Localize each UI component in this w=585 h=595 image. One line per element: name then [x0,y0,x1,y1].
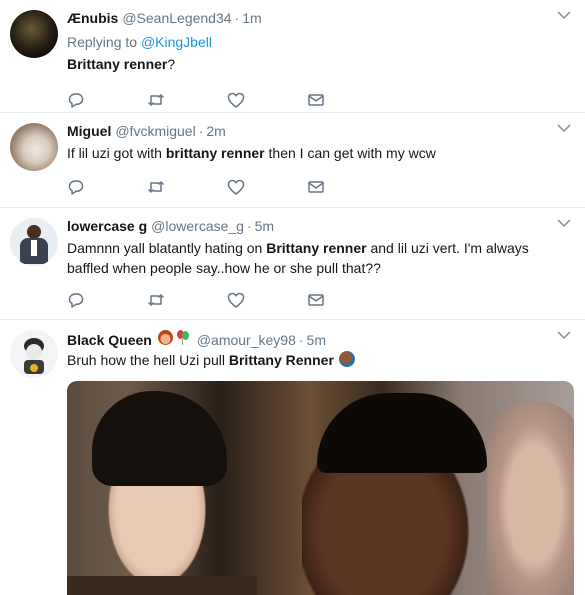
user-name[interactable]: Ænubis [67,10,118,26]
separator: · [298,332,304,348]
user-handle[interactable]: @amour_key98 [197,332,296,348]
separator: · [234,10,240,26]
heart-icon [227,179,245,195]
reply-icon [68,180,84,195]
highlight: Brittany renner [67,56,168,72]
tweet-header: Miguel @fvckmiguel · 2m [67,123,573,141]
heart-icon [227,292,245,308]
separator: · [198,123,204,139]
tweet-text: Damnnn yall blatantly hating on Brittany… [67,238,573,278]
tweet-text: If lil uzi got with brittany renner then… [67,143,573,163]
text-part: Bruh how the hell Uzi pull [67,352,229,368]
user-name[interactable]: Miguel [67,123,111,139]
envelope-icon [308,181,324,193]
chevron-down-icon[interactable] [557,218,571,228]
heart-icon [227,92,245,108]
tweet-header: lowercase g @lowercase_g · 5m [67,218,573,236]
retweet-button[interactable] [147,290,227,310]
text-part: Damnnn yall blatantly hating on [67,240,267,256]
image-hair-right [317,393,487,473]
timestamp[interactable]: 2m [206,123,225,139]
retweet-button[interactable] [147,90,227,110]
tweet-text: Brittany renner? [67,54,573,74]
reply-icon [68,93,84,108]
reply-button[interactable] [67,90,147,110]
dm-button[interactable] [307,177,387,197]
chevron-down-icon[interactable] [557,330,571,340]
reply-button[interactable] [67,177,147,197]
highlight: Brittany renner [266,240,367,256]
action-bar [67,282,573,318]
image-shirt-left [67,576,257,595]
tweet-text: Bruh how the hell Uzi pull Brittany Renn… [67,350,573,370]
retweet-button[interactable] [147,177,227,197]
tweet[interactable]: Ænubis @SeanLegend34 · 1m Replying to @K… [0,0,585,113]
reply-icon [68,293,84,308]
tweet[interactable]: Black Queen @amour_key98 · 5m Bruh how t… [0,320,585,595]
tweet-header: Ænubis @SeanLegend34 · 1m [67,10,573,28]
emoji-balloon-icon [176,330,189,345]
avatar[interactable] [10,218,58,266]
user-handle[interactable]: @lowercase_g [151,218,244,234]
image-person-background [487,401,574,595]
avatar[interactable] [10,123,58,171]
dm-button[interactable] [307,290,387,310]
action-bar [67,169,573,205]
timestamp[interactable]: 5m [307,332,326,348]
avatar[interactable] [10,330,58,378]
envelope-icon [308,94,324,106]
text-part: If lil uzi got with [67,145,166,161]
highlight: brittany renner [165,145,265,161]
avatar[interactable] [10,10,58,58]
highlight: Brittany Renner [228,352,334,368]
tweet[interactable]: lowercase g @lowercase_g · 5m Damnnn yal… [0,208,585,320]
envelope-icon [308,294,324,306]
emoji-woman-icon [157,330,173,345]
chevron-down-icon[interactable] [557,123,571,133]
user-handle[interactable]: @fvckmiguel [115,123,195,139]
reply-button[interactable] [67,290,147,310]
like-button[interactable] [227,177,307,197]
tweet-media-image[interactable] [67,381,574,595]
text-rest: ? [167,56,176,72]
like-button[interactable] [227,90,307,110]
replying-prefix: Replying to [67,34,141,50]
chevron-down-icon[interactable] [557,10,571,20]
image-hair-left [92,391,227,486]
tweet[interactable]: Miguel @fvckmiguel · 2m If lil uzi got w… [0,113,585,208]
retweet-icon [147,294,165,306]
user-handle[interactable]: @SeanLegend34 [122,10,231,26]
replying-to: Replying to @KingJbell [67,32,573,52]
user-name[interactable]: lowercase g [67,218,147,234]
separator: · [246,218,252,234]
user-name[interactable]: Black Queen [67,332,152,348]
retweet-icon [147,94,165,106]
text-part: then I can get with my wcw [264,145,436,161]
timeline: Ænubis @SeanLegend34 · 1m Replying to @K… [0,0,585,595]
dm-button[interactable] [307,90,387,110]
timestamp[interactable]: 5m [255,218,274,234]
timestamp[interactable]: 1m [242,10,261,26]
replying-to-link[interactable]: @KingJbell [141,34,212,50]
retweet-icon [147,181,165,193]
emoji-facepalm-icon [338,351,355,367]
like-button[interactable] [227,290,307,310]
tweet-header: Black Queen @amour_key98 · 5m [67,330,573,348]
